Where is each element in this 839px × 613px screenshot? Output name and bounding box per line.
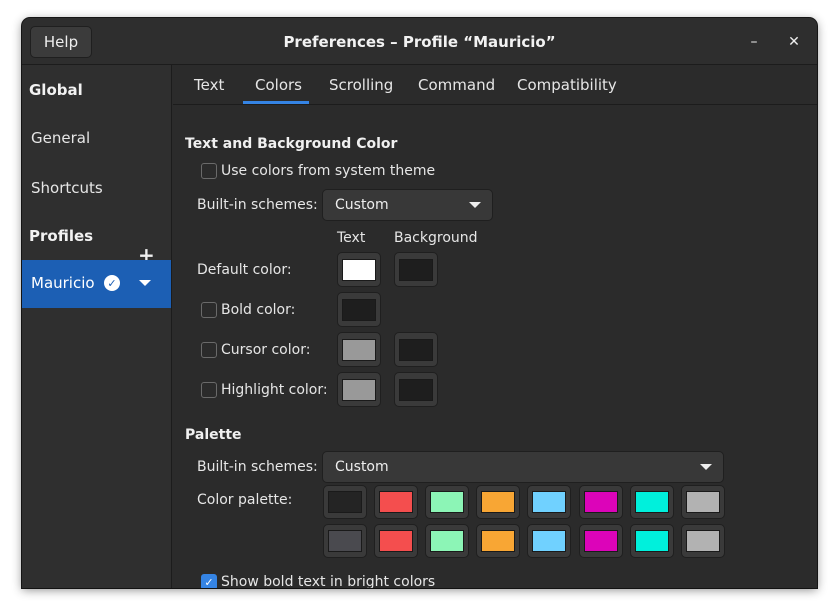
tab-colors[interactable]: Colors bbox=[255, 76, 302, 94]
cursor-text-color-button[interactable] bbox=[337, 332, 381, 367]
cursor-bg-swatch bbox=[399, 338, 433, 361]
highlight-bg-swatch bbox=[399, 378, 433, 401]
tab-compatibility[interactable]: Compatibility bbox=[517, 76, 617, 94]
cursor-color-label: Cursor color: bbox=[221, 342, 311, 358]
column-header-text: Text bbox=[337, 230, 366, 246]
palette-color-button-1-7[interactable] bbox=[629, 485, 674, 519]
default-text-color-button[interactable] bbox=[337, 252, 381, 287]
minimize-button[interactable]: – bbox=[742, 30, 766, 54]
palette-builtin-schemes-label: Built-in schemes: bbox=[197, 459, 318, 475]
palette-builtin-schemes-dropdown[interactable]: Custom bbox=[322, 451, 724, 483]
builtin-schemes-label: Built-in schemes: bbox=[197, 197, 318, 213]
palette-swatch bbox=[685, 530, 720, 552]
palette-swatch bbox=[430, 491, 465, 513]
profile-menu-chevron-down-icon[interactable] bbox=[139, 280, 151, 286]
default-bg-swatch bbox=[399, 258, 433, 281]
palette-color-button-1-1[interactable] bbox=[323, 485, 367, 519]
tab-scrolling[interactable]: Scrolling bbox=[329, 76, 393, 94]
cursor-text-swatch bbox=[342, 338, 376, 361]
tab-bar: Text Colors Scrolling Command Compatibil… bbox=[173, 65, 817, 105]
palette-swatch bbox=[430, 530, 465, 552]
palette-color-button-1-5[interactable] bbox=[527, 485, 572, 519]
section-title-palette: Palette bbox=[185, 427, 242, 443]
palette-swatch bbox=[634, 491, 669, 513]
bold-bright-label: Show bold text in bright colors bbox=[221, 574, 436, 588]
highlight-color-checkbox[interactable] bbox=[201, 382, 217, 398]
bold-color-label: Bold color: bbox=[221, 302, 296, 318]
column-header-background: Background bbox=[394, 230, 478, 246]
bold-text-swatch bbox=[342, 298, 376, 321]
checkmark-icon: ✓ bbox=[204, 575, 214, 589]
highlight-color-label: Highlight color: bbox=[221, 382, 328, 398]
palette-swatch bbox=[379, 491, 414, 513]
use-system-theme-checkbox[interactable] bbox=[201, 163, 217, 179]
palette-swatch bbox=[328, 530, 362, 552]
use-system-theme-label: Use colors from system theme bbox=[221, 163, 436, 179]
palette-color-button-2-1[interactable] bbox=[323, 524, 367, 558]
palette-color-button-1-4[interactable] bbox=[476, 485, 521, 519]
palette-swatch bbox=[328, 491, 362, 513]
window-title: Preferences – Profile “Mauricio” bbox=[283, 32, 556, 51]
bold-bright-checkbox[interactable]: ✓ bbox=[201, 574, 217, 588]
palette-swatch bbox=[634, 530, 669, 552]
palette-color-button-2-6[interactable] bbox=[578, 524, 623, 558]
section-title-text-bg: Text and Background Color bbox=[185, 136, 398, 152]
chevron-down-icon bbox=[700, 464, 712, 470]
palette-color-button-2-3[interactable] bbox=[425, 524, 470, 558]
sidebar-heading-profiles: Profiles bbox=[29, 227, 94, 245]
help-button[interactable]: Help bbox=[30, 26, 92, 58]
palette-color-button-1-6[interactable] bbox=[578, 485, 623, 519]
bold-color-checkbox[interactable] bbox=[201, 302, 217, 318]
palette-swatch bbox=[583, 530, 618, 552]
cursor-color-checkbox[interactable] bbox=[201, 342, 217, 358]
palette-color-button-1-3[interactable] bbox=[425, 485, 470, 519]
minimize-icon: – bbox=[750, 34, 758, 50]
palette-color-button-2-5[interactable] bbox=[527, 524, 572, 558]
close-button[interactable]: ✕ bbox=[782, 30, 806, 54]
palette-swatch bbox=[481, 530, 516, 552]
sidebar-item-shortcuts[interactable]: Shortcuts bbox=[31, 179, 103, 197]
palette-swatch bbox=[532, 530, 567, 552]
cursor-bg-color-button[interactable] bbox=[394, 332, 438, 367]
default-bg-color-button[interactable] bbox=[394, 252, 438, 287]
default-text-swatch bbox=[342, 258, 376, 281]
palette-color-button-1-2[interactable] bbox=[374, 485, 419, 519]
bold-text-color-button[interactable] bbox=[337, 292, 381, 327]
sidebar-item-general[interactable]: General bbox=[31, 129, 90, 147]
highlight-bg-color-button[interactable] bbox=[394, 372, 438, 407]
profile-name: Mauricio bbox=[31, 274, 95, 292]
color-palette-label: Color palette: bbox=[197, 492, 293, 508]
palette-color-button-2-2[interactable] bbox=[374, 524, 419, 558]
palette-color-button-1-8[interactable] bbox=[680, 485, 725, 519]
tab-command[interactable]: Command bbox=[418, 76, 495, 94]
sidebar-item-profile-mauricio[interactable]: Mauricio ✓ bbox=[22, 260, 171, 308]
tab-text[interactable]: Text bbox=[194, 76, 224, 94]
palette-swatch bbox=[532, 491, 567, 513]
builtin-schemes-value: Custom bbox=[335, 197, 389, 213]
highlight-text-color-button[interactable] bbox=[337, 372, 381, 407]
palette-swatch bbox=[583, 491, 618, 513]
preferences-window: Help Preferences – Profile “Mauricio” – … bbox=[22, 18, 817, 588]
default-color-label: Default color: bbox=[197, 262, 292, 278]
highlight-text-swatch bbox=[342, 378, 376, 401]
palette-color-button-2-8[interactable] bbox=[680, 524, 725, 558]
palette-swatch bbox=[379, 530, 414, 552]
palette-swatch bbox=[685, 491, 720, 513]
main-panel: Text Colors Scrolling Command Compatibil… bbox=[173, 65, 817, 588]
active-tab-indicator bbox=[243, 101, 309, 104]
sidebar-heading-global: Global bbox=[29, 81, 83, 99]
chevron-down-icon bbox=[469, 202, 481, 208]
builtin-schemes-dropdown[interactable]: Custom bbox=[322, 189, 493, 221]
palette-builtin-schemes-value: Custom bbox=[335, 459, 389, 475]
close-icon: ✕ bbox=[788, 34, 800, 50]
default-profile-check-icon: ✓ bbox=[104, 275, 120, 291]
palette-color-button-2-7[interactable] bbox=[629, 524, 674, 558]
header-bar: Help Preferences – Profile “Mauricio” – … bbox=[22, 18, 817, 65]
palette-swatch bbox=[481, 491, 516, 513]
palette-color-button-2-4[interactable] bbox=[476, 524, 521, 558]
sidebar: Global General Shortcuts Profiles + Maur… bbox=[22, 65, 172, 588]
